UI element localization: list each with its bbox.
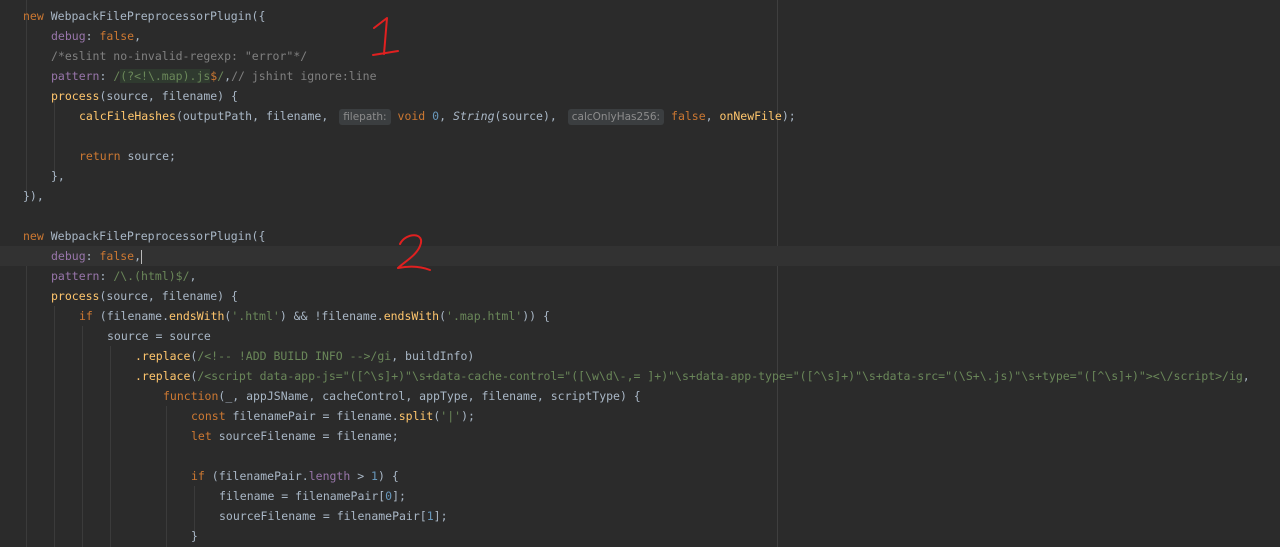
punctuation: ) { <box>377 469 399 483</box>
class-name: WebpackFilePreprocessorPlugin <box>50 9 252 23</box>
expression: filenamePair = filename. <box>225 409 399 423</box>
code-line[interactable]: calcFileHashes(outputPath, filename, fil… <box>0 106 1280 126</box>
punctuation: ({ <box>251 9 266 23</box>
string: '|' <box>440 409 462 423</box>
callback: onNewFile <box>719 109 782 123</box>
literal: false <box>671 109 706 123</box>
code-line[interactable]: .replace(/<!-- !ADD BUILD INFO -->/gi, b… <box>0 346 1280 366</box>
regex: /\.(html)$/ <box>113 269 190 283</box>
operator: > <box>350 469 372 483</box>
punctuation: )) { <box>522 309 550 323</box>
method-call: endsWith <box>169 309 225 323</box>
expression: source; <box>120 149 176 163</box>
code-line[interactable]: } <box>0 526 1280 546</box>
method-name: process <box>51 89 100 103</box>
code-line-current[interactable]: debug: false, <box>0 246 1280 266</box>
method-name: process <box>51 289 100 303</box>
code-line[interactable]: process(source, filename) { <box>0 286 1280 306</box>
string: '.map.html' <box>446 309 523 323</box>
code-line[interactable]: new WebpackFilePreprocessorPlugin({ <box>0 6 1280 26</box>
code-line[interactable]: source = source <box>0 326 1280 346</box>
arguments: (source), <box>494 109 564 123</box>
comment: // jshint ignore:line <box>231 69 377 83</box>
parameters: (source, filename) { <box>99 89 238 103</box>
comment: /*eslint no-invalid-regexp: "error"*/ <box>51 49 308 63</box>
regex-delimiter: / <box>217 69 225 83</box>
keyword: const <box>191 409 226 423</box>
keyword: new <box>23 229 44 243</box>
punctuation: ({ <box>251 229 266 243</box>
arguments: (outputPath, filename, <box>175 109 336 123</box>
punctuation: , <box>439 109 453 123</box>
property: pattern <box>51 269 100 283</box>
code-line[interactable]: if (filenamePair.length > 1) { <box>0 466 1280 486</box>
code-line[interactable]: debug: false, <box>0 26 1280 46</box>
punctuation: }, <box>51 169 65 183</box>
number: 1 <box>426 509 434 523</box>
regex-literal: .js <box>189 69 211 83</box>
method-call: .replace <box>135 369 191 383</box>
keyword: if <box>79 309 93 323</box>
property: length <box>308 469 351 483</box>
code-line[interactable]: new WebpackFilePreprocessorPlugin({ <box>0 226 1280 246</box>
method-call: split <box>398 409 434 423</box>
regex-lookbehind: (?<!\.map) <box>120 69 190 83</box>
parameter-hint: calcOnlyHas256: <box>567 109 665 125</box>
code-line[interactable]: const filenamePair = filename.split('|')… <box>0 406 1280 426</box>
punctuation: ); <box>781 109 796 123</box>
literal: false <box>99 249 135 263</box>
code-line[interactable]: if (filename.endsWith('.html') && !filen… <box>0 306 1280 326</box>
expression: sourceFilename = filename; <box>211 429 399 443</box>
parameters: (source, filename) { <box>99 289 238 303</box>
regex: /<!-- !ADD BUILD INFO -->/gi <box>197 349 392 363</box>
keyword: new <box>23 9 44 23</box>
regex: /<script data-app-js="([^\s]+)"\s+data-c… <box>197 369 1243 383</box>
builtin: String <box>452 109 495 123</box>
code-line[interactable]: sourceFilename = filenamePair[1]; <box>0 506 1280 526</box>
expression: source = source <box>107 329 211 343</box>
keyword: if <box>191 469 205 483</box>
property: pattern <box>51 69 100 83</box>
text-caret <box>141 249 143 264</box>
keyword: let <box>191 429 212 443</box>
keyword: return <box>79 149 121 163</box>
code-line[interactable]: }), <box>0 186 1280 206</box>
string: '.html' <box>231 309 280 323</box>
keyword: void <box>397 109 426 123</box>
code-line[interactable]: }, <box>0 166 1280 186</box>
expression: ) && !filename. <box>279 309 384 323</box>
expression: filename = filenamePair[ <box>219 489 386 503</box>
expression: sourceFilename = filenamePair[ <box>219 509 427 523</box>
code-line[interactable]: pattern: /\.(html)$/, <box>0 266 1280 286</box>
code-line[interactable]: return source; <box>0 146 1280 166</box>
code-line[interactable]: let sourceFilename = filename; <box>0 426 1280 446</box>
property: debug <box>51 29 86 43</box>
code-editor[interactable]: new WebpackFilePreprocessorPlugin({ debu… <box>0 0 1280 547</box>
keyword: function <box>163 389 219 403</box>
punctuation: }), <box>23 189 44 203</box>
class-name: WebpackFilePreprocessorPlugin <box>50 229 252 243</box>
arguments: , buildInfo) <box>391 349 475 363</box>
literal: false <box>99 29 135 43</box>
punctuation: , <box>705 109 720 123</box>
punctuation: ); <box>461 409 475 423</box>
expression: (filenamePair. <box>204 469 309 483</box>
code-line[interactable]: filename = filenamePair[0]; <box>0 486 1280 506</box>
punctuation: ]; <box>392 489 406 503</box>
code-line[interactable]: /*eslint no-invalid-regexp: "error"*/ <box>0 46 1280 66</box>
parameter-hint: filepath: <box>339 109 391 125</box>
punctuation: ]; <box>433 509 448 523</box>
parameters: (_, appJSName, cacheControl, appType, fi… <box>218 389 641 403</box>
property: debug <box>51 249 86 263</box>
code-line[interactable]: process(source, filename) { <box>0 86 1280 106</box>
punctuation: } <box>191 529 198 543</box>
code-line[interactable]: pattern: /(?<!\.map).js$/,// jshint igno… <box>0 66 1280 86</box>
method-call: endsWith <box>383 309 440 323</box>
method-call: .replace <box>135 349 191 363</box>
code-line[interactable]: .replace(/<script data-app-js="([^\s]+)"… <box>0 366 1280 386</box>
number: 1 <box>371 469 378 483</box>
function-call: calcFileHashes <box>79 109 176 123</box>
expression: (filename. <box>92 309 170 323</box>
code-line[interactable]: function(_, appJSName, cacheControl, app… <box>0 386 1280 406</box>
